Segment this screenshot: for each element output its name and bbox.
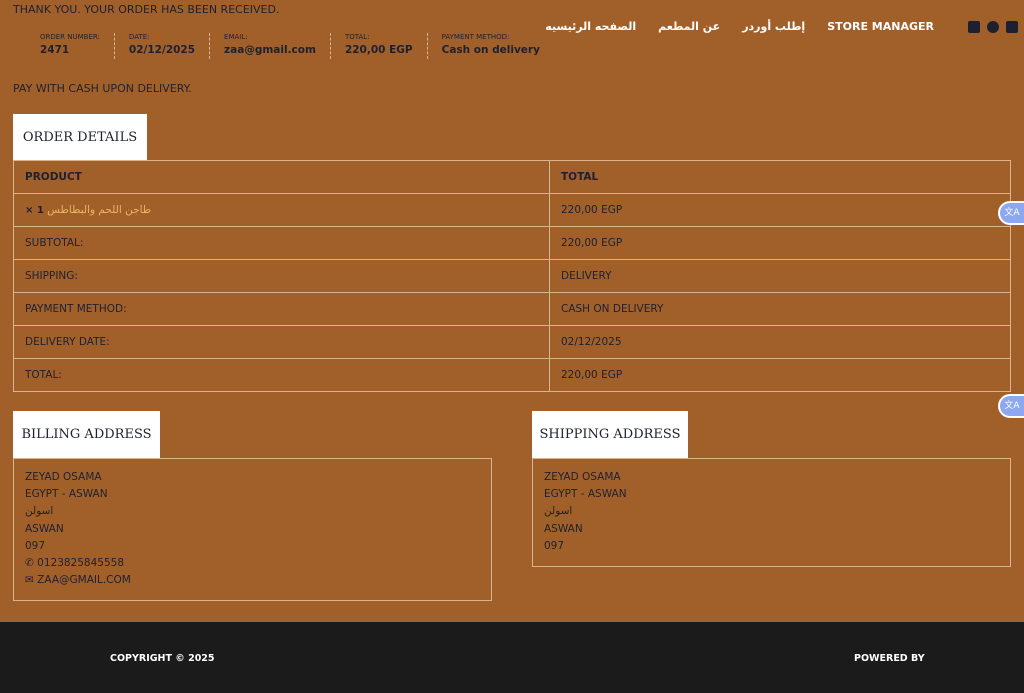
copyright: COPYRIGHT © 2025 (110, 653, 215, 664)
table-row: TOTAL: 220,00 EGP (13, 358, 1011, 392)
table-row: SHIPPING: DELIVERY (13, 259, 1011, 293)
phone-icon: ✆ (25, 557, 34, 570)
nav-home[interactable]: الصفحه الرئيسيه (545, 20, 636, 33)
nav-about[interactable]: عن المطعم (658, 20, 720, 33)
order-overview: ORDER NUMBER: 2471 DATE: 02/12/2025 EMAIL:… (26, 33, 554, 59)
footer: COPYRIGHT © 2025 POWERED BY (0, 622, 1024, 693)
table-row: DELIVERY DATE: 02/12/2025 (13, 325, 1011, 359)
payment-note: PAY WITH CASH UPON DELIVERY. (13, 82, 192, 95)
nav-order[interactable]: إطلب أوردر (742, 20, 805, 33)
order-received-notice: THANK YOU. YOUR ORDER HAS BEEN RECEIVED. (13, 3, 280, 16)
twitter-icon[interactable] (987, 21, 999, 33)
email-icon: ✉ (25, 574, 34, 587)
overview-email: EMAIL: zaa@gmail.com (210, 33, 331, 59)
social-links (968, 21, 1018, 33)
table-row: × 1 طاجن اللحم والبطاطس 220,00 EGP (13, 193, 1011, 227)
product-link[interactable]: طاجن اللحم والبطاطس (47, 204, 151, 216)
table-row: PAYMENT METHOD: CASH ON DELIVERY (13, 292, 1011, 326)
powered-by: POWERED BY (854, 653, 925, 664)
overview-order-number: ORDER NUMBER: 2471 (26, 33, 115, 59)
main-nav: الصفحه الرئيسيه عن المطعم إطلب أوردر STO… (545, 20, 934, 33)
nav-store-manager[interactable]: STORE MANAGER (827, 20, 934, 33)
overview-date: DATE: 02/12/2025 (115, 33, 211, 59)
table-header: PRODUCT TOTAL (13, 160, 1011, 194)
shipping-address: ZEYAD OSAMA EGYPT - ASWAN اسولن ASWAN 09… (532, 458, 1011, 567)
billing-address-title: BILLING ADDRESS (13, 411, 160, 458)
accessibility-translate-icon[interactable]: 文A (998, 201, 1024, 225)
overview-payment: PAYMENT METHOD: Cash on delivery (441, 33, 540, 56)
billing-address: ZEYAD OSAMA EGYPT - ASWAN اسولن ASWAN 09… (13, 458, 492, 601)
overview-total: TOTAL: 220,00 EGP (331, 33, 428, 59)
order-details-title: ORDER DETAILS (13, 114, 147, 160)
instagram-icon[interactable] (1006, 21, 1018, 33)
table-row: SUBTOTAL: 220,00 EGP (13, 226, 1011, 260)
shipping-address-title: SHIPPING ADDRESS (532, 411, 688, 458)
facebook-icon[interactable] (968, 21, 980, 33)
order-details-table: PRODUCT TOTAL × 1 طاجن اللحم والبطاطس 220,… (13, 160, 1011, 392)
accessibility-translate-icon[interactable]: 文A (998, 394, 1024, 418)
